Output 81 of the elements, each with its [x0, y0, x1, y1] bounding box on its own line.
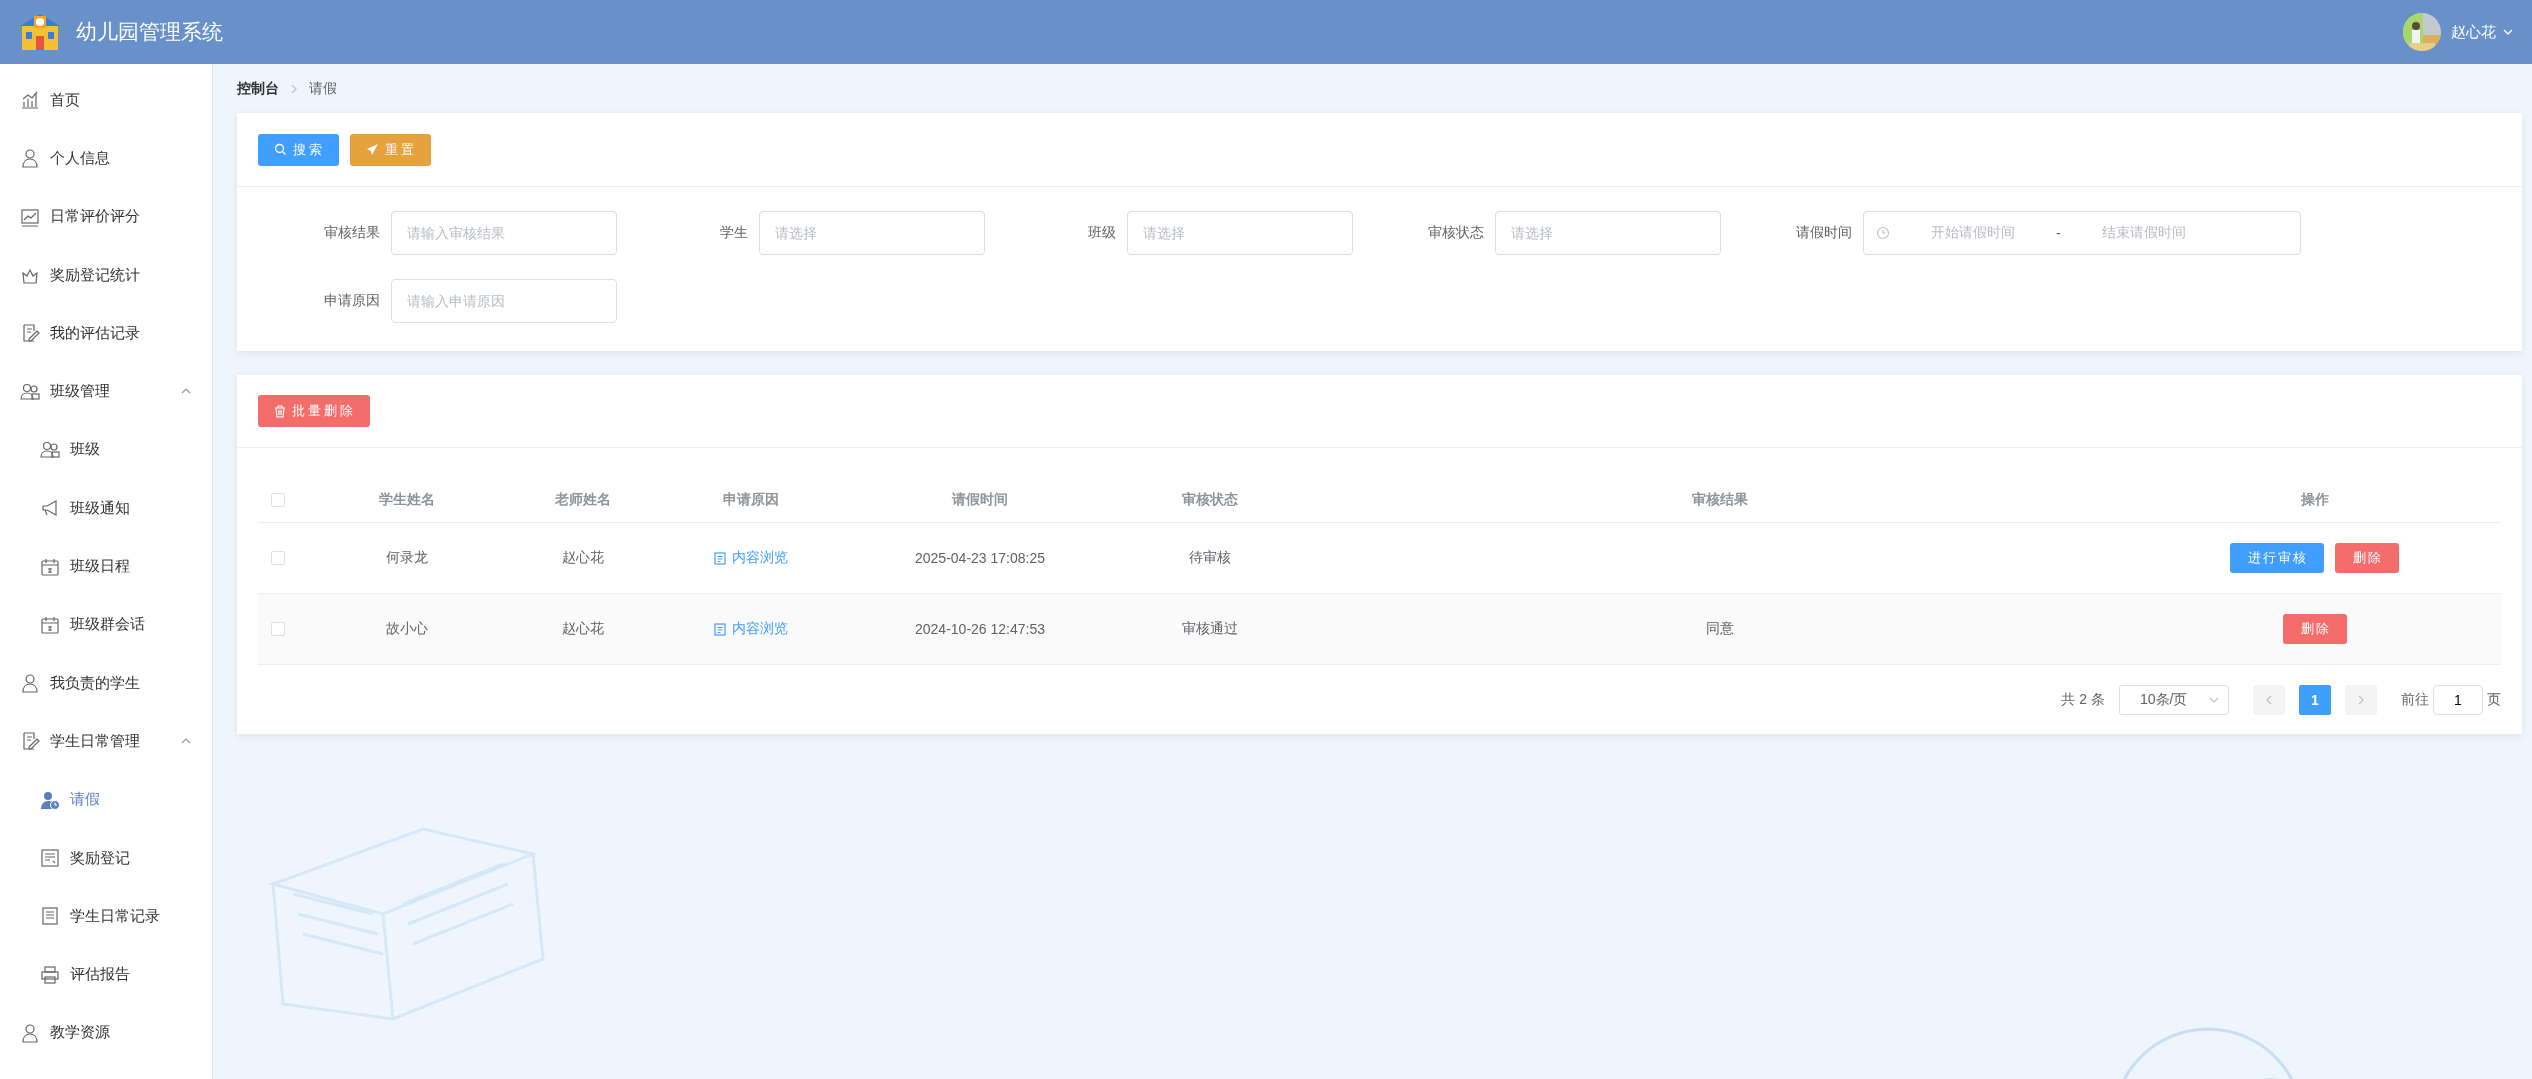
bar-chart-icon — [20, 90, 40, 111]
nav-item[interactable]: 评估报告 — [0, 945, 212, 1004]
chevron-right-icon — [2356, 693, 2366, 706]
nav-item[interactable]: 教学资源 — [0, 1003, 212, 1063]
table-cell: 同意 — [1706, 620, 1734, 638]
nav-item[interactable]: 我的评估记录 — [0, 304, 212, 363]
document-icon — [40, 848, 60, 868]
table-cell: 审核通过 — [1182, 620, 1238, 638]
app-title: 幼儿园管理系统 — [76, 19, 223, 45]
column-header: 审核结果 — [1692, 490, 1748, 509]
chevron-left-icon — [2264, 693, 2274, 706]
input-field[interactable]: 请选择 — [759, 211, 985, 255]
printer-icon — [40, 964, 60, 985]
calendar-icon — [40, 556, 60, 577]
input-field[interactable]: 请输入审核结果 — [391, 211, 617, 255]
input-field[interactable]: 请选择 — [1495, 211, 1721, 255]
column-header: 审核状态 — [1182, 490, 1238, 509]
column-header: 老师姓名 — [555, 490, 611, 509]
page-size-select[interactable]: 10条/页 — [2119, 684, 2229, 715]
field-label: 审核结果 — [323, 224, 380, 242]
user-clock-icon — [40, 789, 60, 810]
search-icon — [274, 143, 287, 156]
column-header: 申请原因 — [723, 490, 779, 509]
table-cell: 2024-10-26 12:47:53 — [915, 621, 1045, 637]
page-unit-label: 页 — [2487, 690, 2501, 709]
nav-item[interactable]: 奖励登记统计 — [0, 245, 212, 305]
user-icon — [20, 148, 40, 169]
document-icon — [714, 622, 726, 636]
nav-item[interactable]: 班级通知 — [0, 479, 212, 538]
calendar-icon — [40, 614, 60, 635]
megaphone-icon — [40, 498, 60, 519]
table-cell: 2025-04-23 17:08:25 — [915, 550, 1045, 566]
paper-plane-icon — [366, 143, 379, 156]
nav-item[interactable]: 个人信息 — [0, 129, 212, 188]
total-count: 共 2 条 — [2061, 690, 2105, 709]
checkbox[interactable] — [271, 622, 285, 636]
nav-item[interactable]: 请假 — [0, 770, 212, 829]
checkbox[interactable] — [271, 551, 285, 565]
date-range-field[interactable]: 开始请假时间 - 结束请假时间 — [1863, 211, 2301, 255]
chevron-right-icon — [289, 82, 299, 95]
edit-icon — [20, 323, 40, 344]
field-label: 请假时间 — [1795, 224, 1852, 242]
trash-icon — [274, 404, 286, 418]
line-chart-icon — [20, 206, 40, 227]
checkbox[interactable] — [271, 492, 285, 507]
nav-item[interactable]: 班级群会话 — [0, 595, 212, 654]
field-label: 审核状态 — [1427, 224, 1484, 242]
users-icon — [40, 439, 60, 460]
nav-item[interactable]: 班级管理 — [0, 362, 212, 421]
input-field[interactable]: 请输入申请原因 — [391, 279, 617, 323]
breadcrumb-link[interactable]: 控制台 — [237, 79, 279, 98]
nav-item[interactable]: 我负责的学生 — [0, 653, 212, 713]
page-input[interactable]: 1 — [2433, 684, 2483, 715]
nav-item[interactable]: 奖励登记 — [0, 828, 212, 888]
nav-item[interactable]: 学生日常记录 — [0, 887, 212, 946]
goto-label: 前往 — [2401, 690, 2429, 709]
column-header: 学生姓名 — [379, 490, 435, 509]
users-icon — [20, 381, 40, 402]
table-cell: 待审核 — [1189, 549, 1231, 567]
table-cell: 何录龙 — [386, 549, 428, 567]
field-label: 学生 — [719, 224, 748, 242]
table-cell: 赵心花 — [562, 549, 604, 567]
column-header: 操作 — [2300, 490, 2329, 509]
table-cell: 故小心 — [386, 620, 428, 638]
field-label: 班级 — [1087, 224, 1116, 242]
input-field[interactable]: 请选择 — [1127, 211, 1353, 255]
nav-item[interactable]: 班级 — [0, 420, 212, 480]
nav-item[interactable]: 日常评价评分 — [0, 187, 212, 246]
nav-item[interactable]: 首页 — [0, 71, 212, 130]
field-label: 申请原因 — [323, 292, 380, 310]
breadcrumb-current: 请假 — [309, 79, 337, 98]
user-icon — [20, 673, 40, 694]
nav-item[interactable]: 班级日程 — [0, 537, 212, 596]
column-header: 请假时间 — [952, 490, 1008, 509]
clock-icon — [1876, 226, 1890, 240]
document-icon — [714, 551, 726, 565]
nav-item[interactable]: 学生日常管理 — [0, 712, 212, 771]
document-icon — [40, 906, 60, 927]
user-icon — [20, 1022, 40, 1043]
edit-icon — [20, 731, 40, 752]
table-cell: 赵心花 — [562, 620, 604, 638]
